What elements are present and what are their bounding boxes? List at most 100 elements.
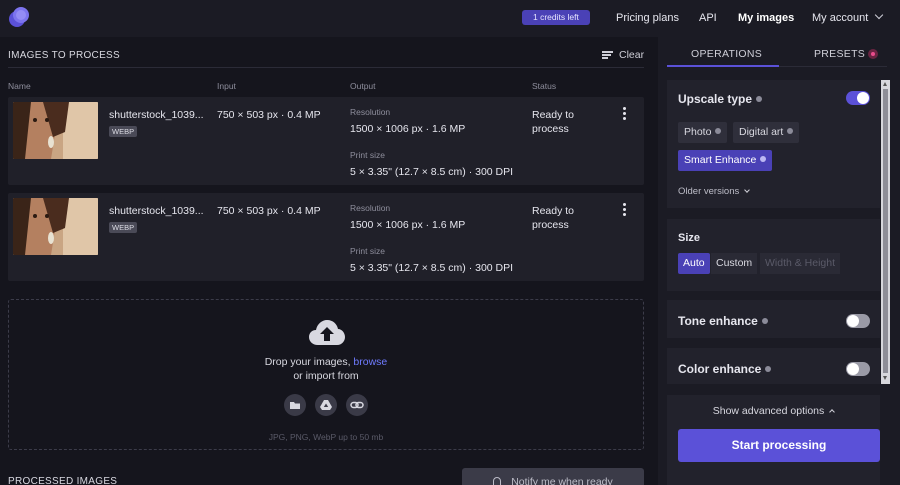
presets-indicator-icon <box>868 49 878 59</box>
more-options-icon[interactable] <box>622 107 628 121</box>
col-header-name: Name <box>8 81 31 91</box>
file-types-note: JPG, PNG, WebP up to 50 mb <box>268 432 384 442</box>
option-label: Smart Enhance <box>684 154 757 166</box>
upscale-option-smart-enhance[interactable]: Smart Enhance <box>678 150 773 171</box>
status-text: Ready to process <box>532 205 575 231</box>
size-option-width-height[interactable]: Width & Height <box>760 253 841 274</box>
info-icon[interactable] <box>765 366 772 372</box>
upscale-type-card: Upscale type Photo Digital art Smart Enh… <box>667 80 880 208</box>
tab-operations[interactable]: OPERATIONS <box>691 48 762 60</box>
nav-pricing-plans[interactable]: Pricing plans <box>616 12 679 24</box>
drop-zone[interactable]: Drop your images, browse or import from … <box>8 299 644 450</box>
col-header-output: Output <box>350 81 376 91</box>
print-size-label: Print size <box>350 150 385 160</box>
resolution-value: 1500 × 1006 px · 1.6 MP <box>350 123 466 135</box>
info-icon <box>715 128 722 134</box>
print-size-label: Print size <box>350 246 385 256</box>
clear-button[interactable]: Clear <box>602 49 644 61</box>
upscale-option-photo[interactable]: Photo <box>678 122 728 143</box>
top-nav: 1 credits left Pricing plans API My imag… <box>0 0 900 37</box>
start-processing-button[interactable]: Start processing <box>678 429 880 462</box>
folder-icon <box>290 402 300 409</box>
processing-actions: Show advanced options Start processing <box>667 395 880 485</box>
clear-list-icon <box>602 51 613 59</box>
option-label: Digital art <box>739 126 784 138</box>
image-row[interactable]: shutterstock_1039... WEBP 750 × 503 px ·… <box>8 193 644 281</box>
active-tab-indicator <box>667 65 779 67</box>
tone-enhance-title: Tone enhance <box>678 314 768 328</box>
show-advanced-options[interactable]: Show advanced options <box>667 405 880 417</box>
image-thumbnail <box>13 102 98 159</box>
import-google-drive-button[interactable] <box>315 394 337 416</box>
bell-icon <box>493 477 502 485</box>
upscale-type-label: Upscale type <box>678 92 753 106</box>
browse-link[interactable]: browse <box>353 356 387 368</box>
import-from-text: or import from <box>293 370 359 382</box>
import-folder-button[interactable] <box>284 394 306 416</box>
clear-label: Clear <box>619 49 645 61</box>
header-divider <box>8 67 644 68</box>
print-size-value: 5 × 3.35" (12.7 × 8.5 cm) · 300 DPI <box>350 166 514 178</box>
nav-api[interactable]: API <box>699 12 717 24</box>
option-label: Photo <box>684 126 712 138</box>
older-versions-label: Older versions <box>678 186 740 197</box>
format-badge: WEBP <box>109 126 138 137</box>
upscale-option-digital-art[interactable]: Digital art <box>733 122 800 143</box>
credits-badge[interactable]: 1 credits left <box>522 10 590 25</box>
drop-text-prefix: Drop your images, <box>264 356 354 368</box>
logo-icon[interactable] <box>8 6 30 28</box>
image-thumbnail <box>13 198 98 255</box>
scroll-up-icon[interactable] <box>883 82 887 86</box>
chevron-down-icon <box>744 187 751 193</box>
upload-cloud-icon <box>309 320 345 345</box>
import-link-button[interactable] <box>346 394 368 416</box>
info-icon[interactable] <box>761 318 768 324</box>
info-icon <box>760 156 767 162</box>
status-text: Ready to process <box>532 109 575 135</box>
scroll-down-icon[interactable] <box>883 376 887 380</box>
size-option-custom[interactable]: Custom <box>711 253 758 274</box>
resolution-value: 1500 × 1006 px · 1.6 MP <box>350 219 466 231</box>
input-size: 750 × 503 px · 0.4 MP <box>217 205 321 217</box>
format-badge: WEBP <box>109 222 138 233</box>
info-icon <box>787 128 794 134</box>
tone-enhance-label: Tone enhance <box>678 314 758 328</box>
resolution-label: Resolution <box>350 203 391 213</box>
upscale-type-toggle[interactable] <box>846 91 870 105</box>
resolution-label: Resolution <box>350 107 391 117</box>
my-account-label: My account <box>812 12 869 24</box>
images-to-process-title: IMAGES TO PROCESS <box>8 50 120 61</box>
color-enhance-toggle[interactable] <box>846 362 870 376</box>
size-option-auto[interactable]: Auto <box>678 253 710 274</box>
nav-my-account[interactable]: My account <box>812 10 884 24</box>
input-size: 750 × 503 px · 0.4 MP <box>217 109 321 121</box>
image-row[interactable]: shutterstock_1039... WEBP 750 × 503 px ·… <box>8 97 644 185</box>
info-icon[interactable] <box>756 96 763 102</box>
chevron-down-icon <box>875 10 884 20</box>
link-icon <box>350 401 364 409</box>
images-area: IMAGES TO PROCESS Clear Name Input Outpu… <box>0 37 658 485</box>
notify-label: Notify me when ready <box>511 476 613 485</box>
nav-my-images[interactable]: My images <box>738 12 794 24</box>
operations-panel: OPERATIONS PRESETS Upscale type Photo Di… <box>658 37 900 485</box>
print-size-value: 5 × 3.35" (12.7 × 8.5 cm) · 300 DPI <box>350 262 514 274</box>
file-name: shutterstock_1039... <box>109 109 204 121</box>
col-header-input: Input <box>217 81 236 91</box>
size-card: Size Auto Custom Width & Height <box>667 219 880 291</box>
scrollbar-thumb[interactable] <box>883 89 888 373</box>
more-options-icon[interactable] <box>622 203 628 217</box>
advanced-label: Show advanced options <box>712 405 825 417</box>
upscale-type-title: Upscale type <box>678 92 763 106</box>
tab-presets[interactable]: PRESETS <box>814 48 865 60</box>
file-name: shutterstock_1039... <box>109 205 204 217</box>
color-enhance-title: Color enhance <box>678 362 772 376</box>
tone-enhance-card: Tone enhance <box>667 300 880 338</box>
col-header-status: Status <box>532 81 557 91</box>
color-enhance-label: Color enhance <box>678 362 762 376</box>
chevron-up-icon <box>829 409 836 415</box>
processed-images-title: PROCESSED IMAGES <box>8 476 118 485</box>
color-enhance-card: Color enhance <box>667 348 880 384</box>
notify-button[interactable]: Notify me when ready <box>462 468 644 485</box>
tone-enhance-toggle[interactable] <box>846 314 870 328</box>
older-versions-toggle[interactable]: Older versions <box>678 186 751 197</box>
